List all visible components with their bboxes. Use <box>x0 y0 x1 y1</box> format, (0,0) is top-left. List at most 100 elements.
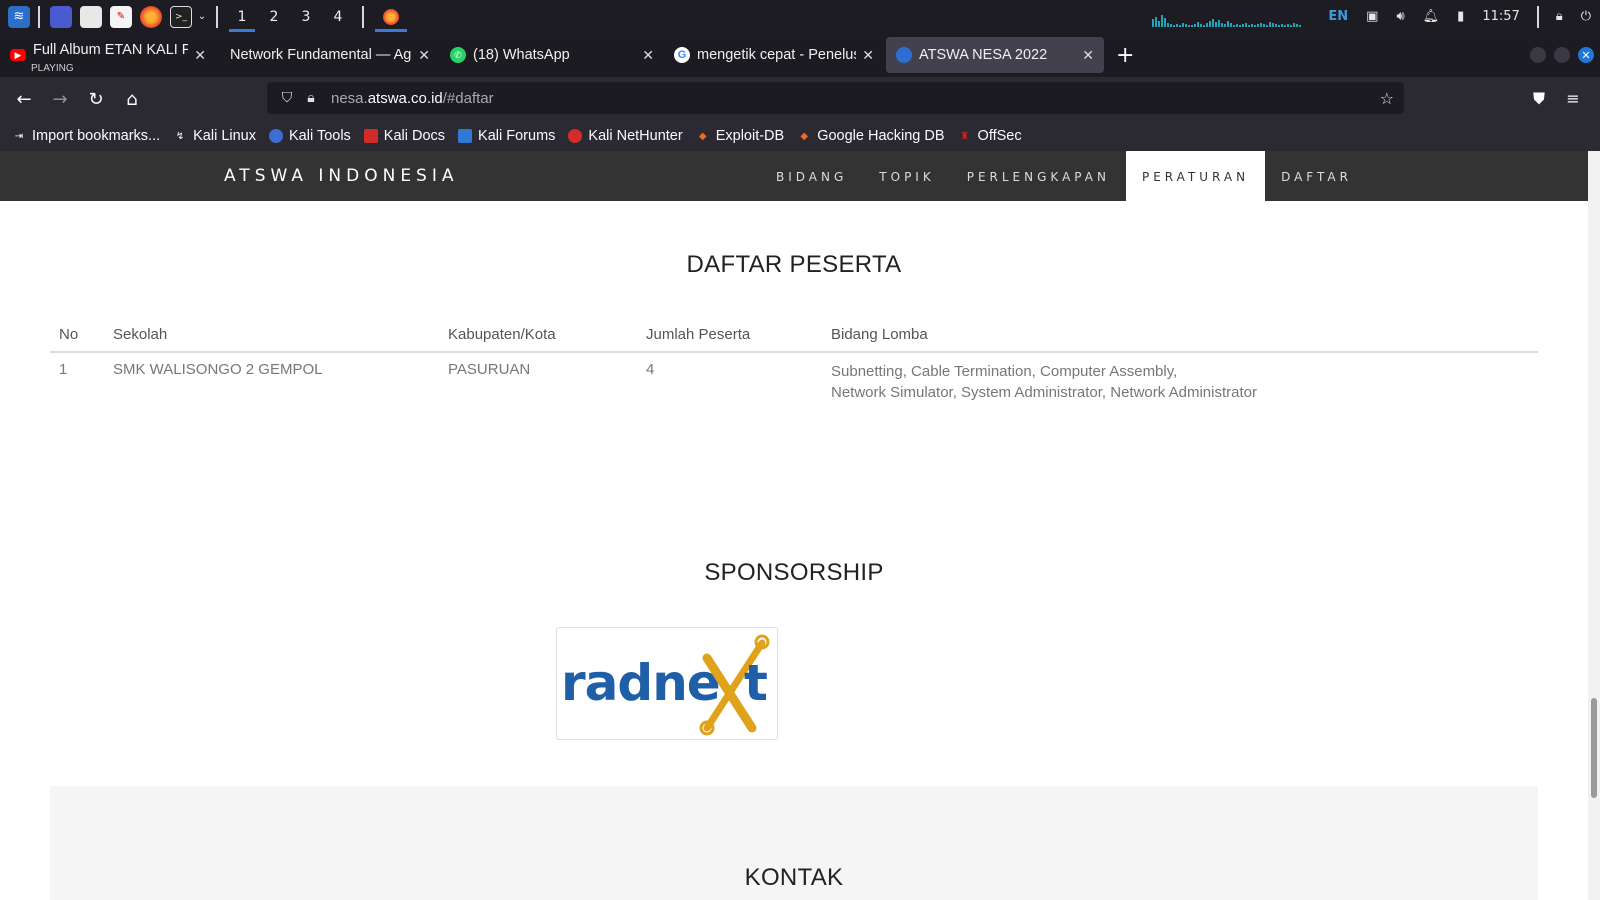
bidang-line: Subnetting, Cable Termination, Computer … <box>831 363 1178 380</box>
reload-button[interactable]: ↻ <box>78 81 114 117</box>
cpu-graph-bar <box>1179 24 1182 27</box>
cell-sekolah: SMK WALISONGO 2 GEMPOL <box>113 361 323 378</box>
firefox-icon[interactable] <box>140 5 162 28</box>
tab-playing-label: PLAYING <box>31 63 74 74</box>
site-menu: BIDANG TOPIK PERLENGKAPAN PERATURAN DAFT… <box>760 151 1588 201</box>
page-scrollbar[interactable] <box>1588 151 1600 900</box>
cpu-graph-bar <box>1251 23 1254 27</box>
workspace-3[interactable]: 3 <box>290 0 322 33</box>
tab-youtube[interactable]: ▶ Full Album ETAN KALI PROGO PLAYING ✕ <box>0 37 216 74</box>
chevron-down-icon[interactable]: ⌄ <box>196 6 208 28</box>
shield-icon[interactable]: ⛉ <box>277 90 297 106</box>
cpu-graph-bar <box>1176 23 1179 27</box>
close-icon[interactable]: ✕ <box>642 47 654 64</box>
workspace-4[interactable]: 4 <box>322 0 354 33</box>
bookmark-kali-docs[interactable]: Kali Docs <box>363 128 445 144</box>
system-taskbar: ≋ ✎ >_ ⌄ 1 2 3 4 EN ▣ 🔊︎ 🔔︎ ▮ 11:57 🔒︎ ⏻ <box>0 0 1600 33</box>
tab-title: Full Album ETAN KALI PROGO <box>33 42 189 58</box>
tab-network-fundamental[interactable]: Network Fundamental — Agung ✕ <box>216 37 440 73</box>
display-icon[interactable]: ▣ <box>1366 9 1378 24</box>
cpu-graph-bar <box>1182 22 1185 27</box>
bookmark-label: Kali Linux <box>193 128 256 144</box>
menu-topik[interactable]: TOPIK <box>863 151 950 201</box>
bookmark-offsec[interactable]: ♜ OffSec <box>958 128 1022 144</box>
header-kota: Kabupaten/Kota <box>448 326 556 343</box>
cpu-graph-bar <box>1263 23 1266 27</box>
bookmark-google-hacking-db[interactable]: ◆ Google Hacking DB <box>797 128 944 144</box>
url-bar[interactable]: ⛉ 🔒︎ nesa.atswa.co.id/#daftar ☆ <box>267 82 1404 114</box>
terminal-icon[interactable]: >_ <box>170 5 192 28</box>
taskbar-separator <box>216 5 218 28</box>
bookmark-kali-linux[interactable]: ↯ Kali Linux <box>173 128 256 144</box>
close-icon[interactable]: ✕ <box>862 47 874 64</box>
power-icon[interactable]: ⏻ <box>1581 9 1591 24</box>
pocket-icon[interactable]: ⛊ <box>1522 89 1556 109</box>
youtube-icon: ▶ <box>10 49 26 61</box>
cpu-graph-bar <box>1227 20 1230 27</box>
kali-tools-icon <box>269 129 283 143</box>
desktop-icon[interactable] <box>50 5 72 28</box>
site-brand[interactable]: ATSWA INDONESIA <box>224 151 459 201</box>
bookmark-kali-tools[interactable]: Kali Tools <box>269 128 351 144</box>
radnext-logo[interactable]: radne t <box>556 627 778 740</box>
back-button[interactable]: ← <box>6 81 42 117</box>
bookmark-import[interactable]: ⇥ Import bookmarks... <box>12 128 160 144</box>
minimize-button[interactable] <box>1530 47 1546 63</box>
cpu-graph-bar <box>1191 24 1194 27</box>
volume-icon[interactable]: 🔊︎ <box>1396 9 1404 24</box>
tab-whatsapp[interactable]: ✆ (18) WhatsApp ✕ <box>440 37 664 73</box>
cpu-graph <box>1152 7 1307 27</box>
close-icon[interactable]: ✕ <box>194 47 206 64</box>
firefox-icon <box>383 8 399 25</box>
workspace-2[interactable]: 2 <box>258 0 290 33</box>
bookmark-label: Import bookmarks... <box>32 128 161 144</box>
window-close-button[interactable]: ✕ <box>1578 47 1594 63</box>
lock-icon[interactable]: 🔒︎ <box>301 90 321 106</box>
cpu-graph-bar <box>1299 24 1302 27</box>
lock-icon[interactable]: 🔒︎ <box>1556 9 1563 24</box>
battery-icon[interactable]: ▮ <box>1457 9 1464 24</box>
cpu-graph-bar <box>1242 23 1245 27</box>
menu-daftar[interactable]: DAFTAR <box>1265 151 1368 201</box>
table-header: No Sekolah Kabupaten/Kota Jumlah Peserta… <box>50 318 1538 353</box>
tab-google[interactable]: G mengetik cepat - Penelusuran ✕ <box>664 37 884 73</box>
new-tab-button[interactable]: + <box>1116 43 1134 68</box>
clock[interactable]: 11:57 <box>1482 9 1519 24</box>
menu-bidang[interactable]: BIDANG <box>760 151 863 201</box>
bookmark-label: Exploit-DB <box>715 128 785 144</box>
cpu-graph-bar <box>1260 22 1263 27</box>
whatsapp-icon: ✆ <box>450 47 466 63</box>
menu-peraturan[interactable]: PERATURAN <box>1125 151 1266 201</box>
firefox-window-button[interactable] <box>372 0 410 33</box>
home-button[interactable]: ⌂ <box>114 81 150 117</box>
close-icon[interactable]: ✕ <box>418 47 430 64</box>
bookmark-kali-forums[interactable]: Kali Forums <box>458 128 555 144</box>
bookmark-star-icon[interactable]: ☆ <box>1380 89 1394 108</box>
close-icon[interactable]: ✕ <box>1082 47 1094 64</box>
site-navbar: ATSWA INDONESIA BIDANG TOPIK PERLENGKAPA… <box>0 151 1588 201</box>
bookmark-label: Google Hacking DB <box>817 128 945 144</box>
cpu-graph-bar <box>1296 23 1299 27</box>
cpu-graph-bar <box>1248 24 1251 27</box>
bookmark-exploit-db[interactable]: ◆ Exploit-DB <box>696 128 785 144</box>
cpu-graph-bar <box>1275 23 1278 27</box>
cpu-graph-bar <box>1254 24 1257 27</box>
workspace-1[interactable]: 1 <box>226 0 258 33</box>
url-text[interactable]: nesa.atswa.co.id/#daftar <box>331 90 494 107</box>
notification-bell-icon[interactable]: 🔔︎ <box>1423 9 1440 24</box>
text-editor-icon[interactable]: ✎ <box>110 5 132 28</box>
maximize-button[interactable] <box>1554 47 1570 63</box>
forward-button[interactable]: → <box>42 81 78 117</box>
scrollbar-thumb[interactable] <box>1591 698 1597 798</box>
tab-atswa[interactable]: ATSWA NESA 2022 ✕ <box>886 37 1104 73</box>
hamburger-menu-icon[interactable]: ≡ <box>1556 89 1590 109</box>
bookmark-kali-nethunter[interactable]: Kali NetHunter <box>568 128 683 144</box>
menu-perlengkapan[interactable]: PERLENGKAPAN <box>951 151 1126 201</box>
file-manager-icon[interactable] <box>80 5 102 28</box>
keyboard-layout[interactable]: EN <box>1328 9 1348 24</box>
participants-table: No Sekolah Kabupaten/Kota Jumlah Peserta… <box>50 318 1538 403</box>
kali-menu-icon[interactable]: ≋ <box>8 5 30 28</box>
ghdb-icon: ◆ <box>800 130 809 142</box>
taskbar-separator <box>362 5 364 28</box>
kali-forums-icon <box>458 129 473 143</box>
